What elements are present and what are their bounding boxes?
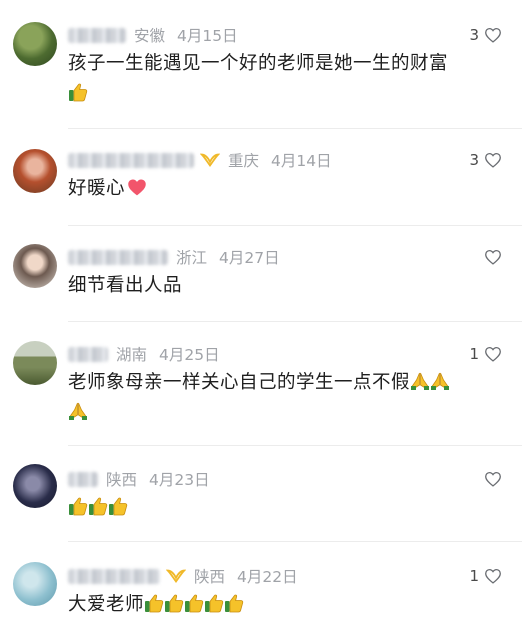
avatar[interactable] [13,149,57,193]
thumbs-up-icon [225,594,244,613]
thumbs-up-icon [69,497,88,516]
comment-meta: 安徽 4月15日 [68,23,238,47]
divider [68,128,522,129]
comment-item: 浙江 4月27日 细节看出人品 [0,226,522,321]
like-count: 1 [469,345,479,363]
like-button[interactable]: 1 [469,564,502,588]
thumbs-up-icon [165,594,184,613]
location: 陕西 [194,568,226,586]
thumbs-up-icon [69,83,88,102]
comment-item: 重庆 4月14日 3 好暖心 [0,130,522,225]
avatar[interactable] [13,22,57,66]
heart-outline-icon [485,568,501,584]
date: 4月23日 [149,471,210,489]
comment-text: 老师象母亲一样关心自己的学生一点不假 [68,368,450,428]
heart-outline-icon [485,152,501,168]
comment-text [68,493,128,523]
comment-meta: 陕西 4月23日 [68,467,210,491]
badge-icon [200,153,220,167]
username[interactable] [68,249,168,265]
like-count: 3 [469,151,479,169]
comment-text: 细节看出人品 [68,275,183,296]
comment-text: 孩子一生能遇见一个好的老师是她一生的财富 [68,49,448,109]
thumbs-up-icon [145,594,164,613]
badge-icon [166,569,186,583]
comment-meta: 重庆 4月14日 [68,148,332,172]
heart-outline-icon [485,249,501,265]
location: 陕西 [106,471,138,489]
comment-item: 陕西 4月22日 1 大爱老师 [0,542,522,640]
avatar[interactable] [13,464,57,508]
comment-meta: 陕西 4月22日 [68,564,298,588]
heart-outline-icon [485,27,501,43]
like-button[interactable]: 3 [469,23,502,47]
comment-item: 陕西 4月23日 [0,446,522,541]
red-heart-icon [128,179,146,196]
comment-meta: 湖南 4月25日 [68,342,220,366]
folded-hands-icon [431,372,450,390]
like-button[interactable]: 3 [469,148,502,172]
location: 湖南 [116,346,148,364]
location: 安徽 [134,27,166,45]
username[interactable] [68,152,194,168]
date: 4月14日 [271,152,332,170]
like-button[interactable] [479,245,502,269]
date: 4月22日 [237,568,298,586]
username[interactable] [68,471,98,487]
heart-outline-icon [485,471,501,487]
comment-text: 好暖心 [68,174,147,204]
username[interactable] [68,346,108,362]
comment-item: 湖南 4月25日 1 老师象母亲一样关心自己的学生一点不假 [0,322,522,446]
avatar[interactable] [13,244,57,288]
like-button[interactable] [479,467,502,491]
date: 4月27日 [219,249,280,267]
comment-text: 大爱老师 [68,590,244,620]
comment-meta: 浙江 4月27日 [68,245,280,269]
username[interactable] [68,568,160,584]
date: 4月25日 [159,346,220,364]
location: 重庆 [228,152,260,170]
username[interactable] [68,27,126,43]
folded-hands-icon [411,372,430,390]
location: 浙江 [176,249,208,267]
heart-outline-icon [485,346,501,362]
like-count: 3 [469,26,479,44]
thumbs-up-icon [109,497,128,516]
date: 4月15日 [177,27,238,45]
avatar[interactable] [13,341,57,385]
avatar[interactable] [13,562,57,606]
folded-hands-icon [69,402,87,420]
thumbs-up-icon [89,497,108,516]
like-button[interactable]: 1 [469,342,502,366]
like-count: 1 [469,567,479,585]
thumbs-up-icon [205,594,224,613]
thumbs-up-icon [185,594,204,613]
comment-item: 安徽 4月15日 3 孩子一生能遇见一个好的老师是她一生的财富 [0,0,522,130]
